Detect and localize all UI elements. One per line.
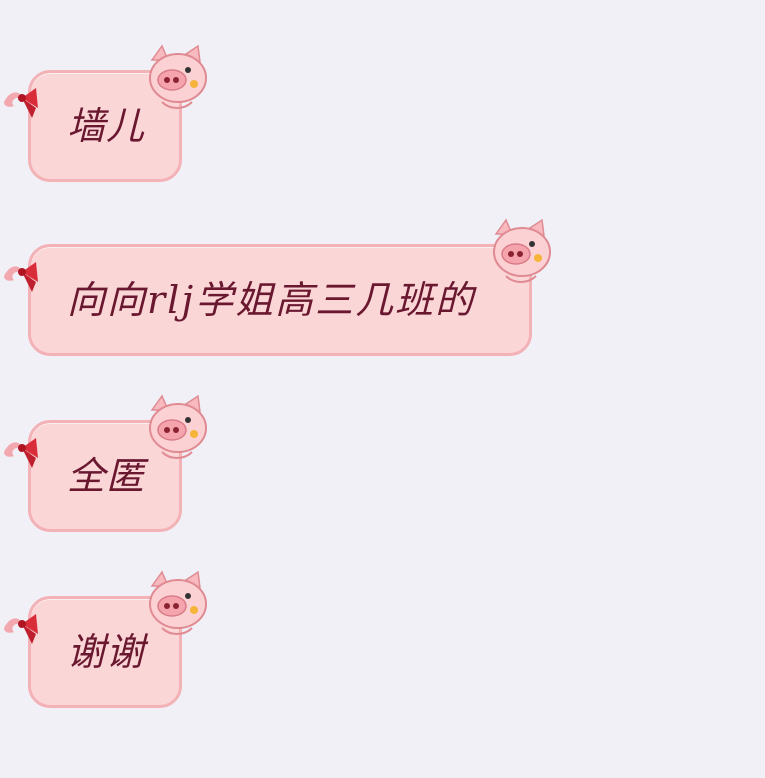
pig-mascot-icon bbox=[493, 218, 551, 283]
pig-mascot-icon bbox=[149, 570, 207, 635]
chat-message: 墙儿 bbox=[0, 44, 230, 182]
message-text: 全匿 bbox=[67, 454, 146, 498]
ribbon-bow-icon bbox=[4, 88, 38, 118]
pig-mascot-icon bbox=[149, 394, 207, 459]
chat-view: 墙儿 向向rlj学姐高三几班的 全匿 谢谢 bbox=[0, 0, 765, 778]
ribbon-bow-icon bbox=[4, 614, 38, 644]
message-text: 向向rlj学姐高三几班的 bbox=[67, 278, 476, 322]
ribbon-bow-icon bbox=[4, 262, 38, 292]
chat-message: 全匿 bbox=[0, 394, 230, 532]
message-bubble[interactable]: 向向rlj学姐高三几班的 bbox=[28, 244, 532, 356]
ribbon-bow-icon bbox=[4, 438, 38, 468]
chat-message: 向向rlj学姐高三几班的 bbox=[0, 218, 560, 356]
pig-mascot-icon bbox=[149, 44, 207, 109]
chat-message: 谢谢 bbox=[0, 570, 230, 708]
message-text: 墙儿 bbox=[67, 104, 146, 148]
message-text: 谢谢 bbox=[67, 630, 146, 674]
